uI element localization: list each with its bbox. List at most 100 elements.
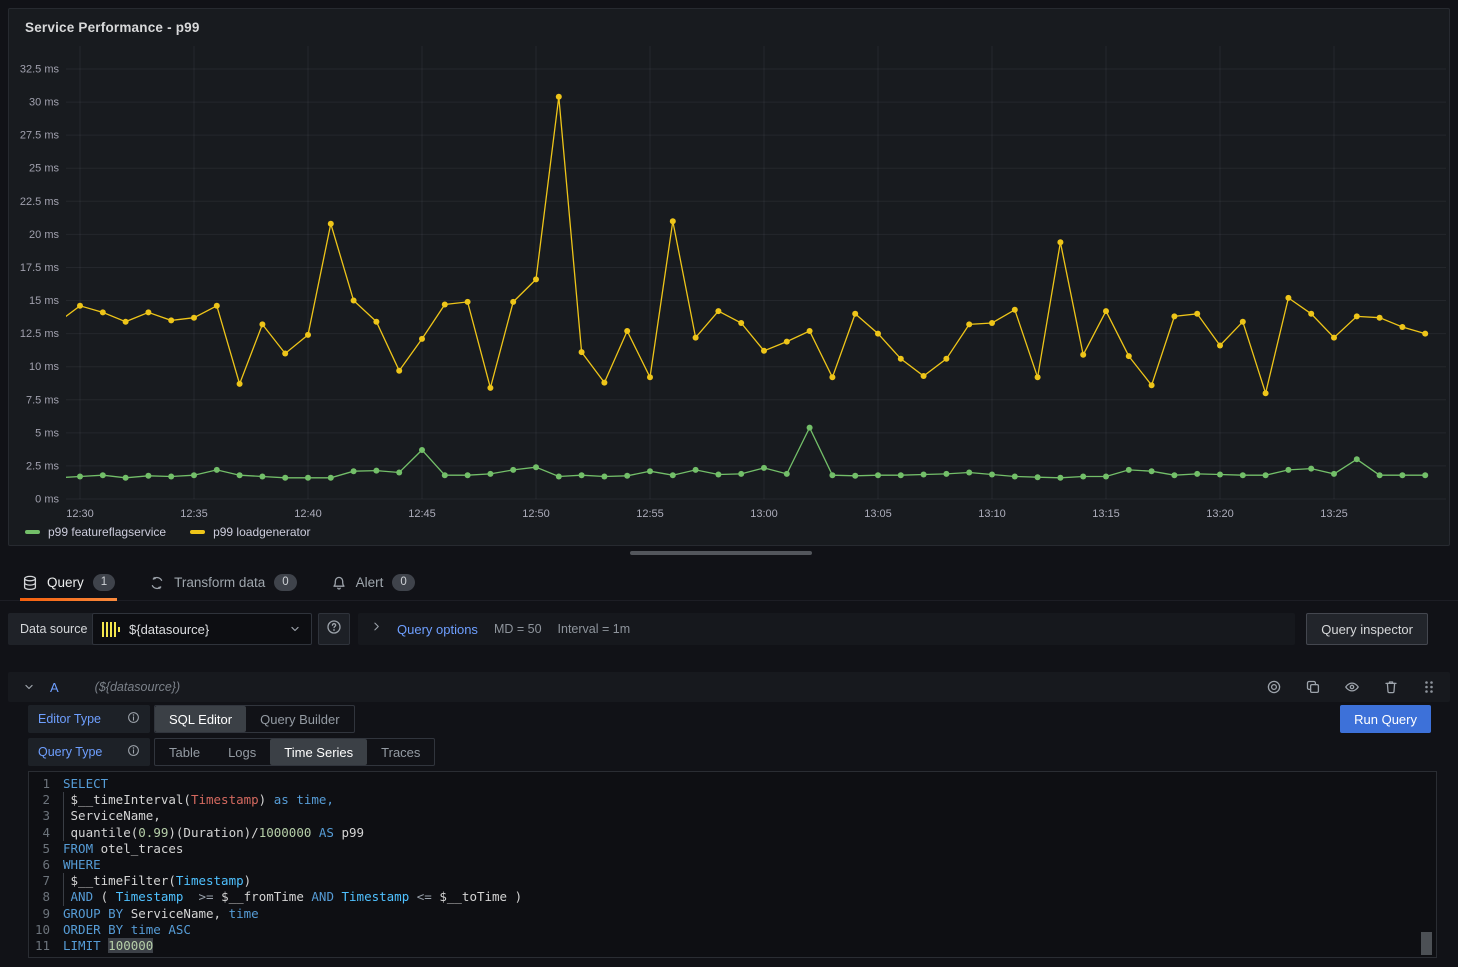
code-line: 7 $__timeFilter(Timestamp) (29, 873, 1436, 889)
query-options-label: Query options (397, 622, 478, 637)
tab-query-label: Query (47, 575, 84, 590)
database-icon (22, 575, 38, 591)
line-number: 6 (29, 857, 63, 873)
collapse-chevron-icon[interactable] (22, 680, 36, 694)
code-line: 9GROUP BY ServiceName, time (29, 906, 1436, 922)
editor-type-sql-editor[interactable]: SQL Editor (155, 706, 246, 732)
svg-text:25 ms: 25 ms (29, 163, 59, 175)
eye-icon[interactable] (1344, 679, 1360, 695)
chevron-right-icon (370, 620, 383, 638)
query-inspector-button[interactable]: Query inspector (1306, 613, 1428, 645)
code-line-content: GROUP BY ServiceName, time (63, 906, 259, 922)
datasource-picker[interactable]: ${datasource} (92, 613, 312, 645)
query-ref-id[interactable]: A (50, 680, 59, 695)
svg-text:12:35: 12:35 (180, 508, 208, 520)
datasource-help-button[interactable] (318, 613, 350, 645)
tab-query[interactable]: Query 1 (20, 565, 117, 601)
svg-text:12.5 ms: 12.5 ms (20, 328, 60, 340)
sql-code-editor[interactable]: 1SELECT2 $__timeInterval(Timestamp) as t… (28, 771, 1437, 958)
svg-text:13:00: 13:00 (750, 508, 778, 520)
drag-handle-icon[interactable] (1422, 679, 1436, 695)
query-type-table[interactable]: Table (155, 739, 214, 765)
editor-type-group: SQL Editor Query Builder (154, 705, 355, 733)
query-toolbar: Data source ${datasource} (8, 613, 1450, 645)
query-type-traces[interactable]: Traces (367, 739, 434, 765)
line-number: 5 (29, 841, 63, 857)
code-line: 4 quantile(0.99)(Duration)/1000000 AS p9… (29, 825, 1436, 841)
code-line-content: FROM otel_traces (63, 841, 183, 857)
code-line: 1SELECT (29, 776, 1436, 792)
tab-transform-count: 0 (274, 574, 296, 591)
line-number: 4 (29, 825, 63, 841)
clickhouse-logo-icon (102, 620, 120, 638)
legend-label: p99 loadgenerator (213, 525, 310, 539)
legend-item[interactable]: p99 loadgenerator (190, 525, 310, 539)
svg-text:13:10: 13:10 (978, 508, 1006, 520)
timeseries-panel: Service Performance - p99 0 ms2.5 ms5 ms… (8, 8, 1450, 546)
query-options-toggle[interactable]: Query options (370, 620, 478, 638)
line-number: 3 (29, 808, 63, 824)
svg-text:12:40: 12:40 (294, 508, 322, 520)
svg-text:15 ms: 15 ms (29, 295, 59, 307)
max-data-points-value: MD = 50 (494, 622, 542, 636)
panel-resize-handle[interactable] (630, 551, 812, 555)
svg-text:20 ms: 20 ms (29, 229, 59, 241)
datasource-label: Data source (8, 613, 99, 645)
panel-title[interactable]: Service Performance - p99 (25, 20, 200, 35)
code-line-content: AND ( Timestamp >= $__fromTime AND Times… (63, 889, 522, 905)
tab-transform-label: Transform data (174, 575, 265, 590)
chart-legend: p99 featureflagservice p99 loadgenerator (25, 525, 311, 539)
editor-type-query-builder[interactable]: Query Builder (246, 706, 353, 732)
svg-text:12:50: 12:50 (522, 508, 550, 520)
help-icon (326, 619, 342, 640)
code-line: 8 AND ( Timestamp >= $__fromTime AND Tim… (29, 889, 1436, 905)
datasource-value: ${datasource} (129, 622, 209, 637)
svg-text:12:55: 12:55 (636, 508, 664, 520)
run-query-button[interactable]: Run Query (1340, 705, 1431, 733)
legend-swatch (25, 530, 40, 534)
duplicate-query-icon[interactable] (1305, 679, 1321, 695)
tab-query-count: 1 (93, 574, 115, 591)
info-icon[interactable] (127, 744, 140, 760)
code-line: 5FROM otel_traces (29, 841, 1436, 857)
tab-alert[interactable]: Alert 0 (329, 565, 417, 601)
legend-swatch (190, 530, 205, 534)
svg-text:27.5 ms: 27.5 ms (20, 130, 60, 142)
line-number: 10 (29, 922, 63, 938)
query-datasource-hint: (${datasource}) (95, 680, 180, 694)
legend-item[interactable]: p99 featureflagservice (25, 525, 166, 539)
legend-label: p99 featureflagservice (48, 525, 166, 539)
trash-icon[interactable] (1383, 679, 1399, 695)
code-line: 10ORDER BY time ASC (29, 922, 1436, 938)
bell-icon (331, 575, 347, 591)
svg-text:13:15: 13:15 (1092, 508, 1120, 520)
svg-text:5 ms: 5 ms (35, 427, 59, 439)
svg-text:12:30: 12:30 (66, 508, 94, 520)
code-line: 2 $__timeInterval(Timestamp) as time, (29, 792, 1436, 808)
interval-value: Interval = 1m (558, 622, 631, 636)
svg-text:2.5 ms: 2.5 ms (26, 460, 60, 472)
svg-text:17.5 ms: 17.5 ms (20, 262, 60, 274)
editor-tabs: Query 1 Transform data 0 A (0, 565, 1458, 601)
line-number: 7 (29, 873, 63, 889)
svg-text:13:20: 13:20 (1206, 508, 1234, 520)
tab-transform-data[interactable]: Transform data 0 (147, 565, 298, 601)
tab-alert-count: 0 (392, 574, 414, 591)
record-icon[interactable] (1266, 679, 1282, 695)
svg-text:13:05: 13:05 (864, 508, 892, 520)
chart-canvas[interactable]: 0 ms2.5 ms5 ms7.5 ms10 ms12.5 ms15 ms17.… (9, 9, 1449, 545)
code-line-content: quantile(0.99)(Duration)/1000000 AS p99 (63, 825, 364, 841)
editor-scrollbar-thumb[interactable] (1421, 932, 1432, 955)
info-icon[interactable] (127, 711, 140, 727)
svg-text:30 ms: 30 ms (29, 97, 59, 109)
code-line-content: LIMIT 100000 (63, 938, 153, 954)
editor-type-row: Editor Type SQL Editor Query Builder (28, 705, 355, 733)
editor-type-label: Editor Type (38, 712, 101, 726)
query-type-row: Query Type Table Logs Time Series Traces (28, 738, 435, 766)
query-type-logs[interactable]: Logs (214, 739, 270, 765)
query-row-actions (1266, 679, 1436, 695)
code-line-content: $__timeFilter(Timestamp) (63, 873, 251, 889)
query-type-label: Query Type (38, 745, 102, 759)
query-type-time-series[interactable]: Time Series (270, 739, 367, 765)
code-line-content: ORDER BY time ASC (63, 922, 191, 938)
